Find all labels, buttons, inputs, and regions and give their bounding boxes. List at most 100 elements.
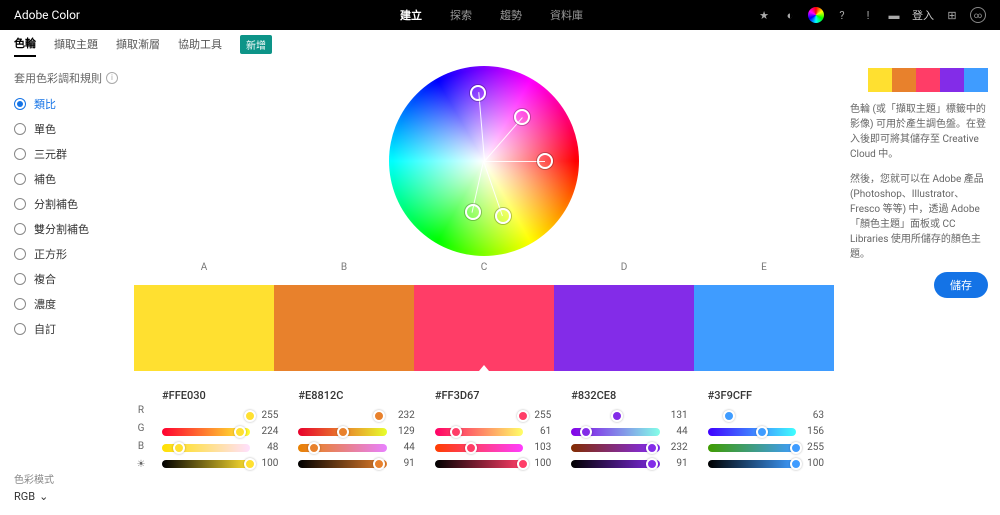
channel-value[interactable]: 255	[529, 410, 551, 421]
save-button[interactable]: 儲存	[934, 272, 988, 298]
channel-value[interactable]: 100	[529, 458, 551, 469]
channel-value[interactable]: 91	[393, 458, 415, 469]
help-icon[interactable]: i	[106, 72, 118, 84]
sub-tab[interactable]: 協助工具	[178, 32, 222, 56]
rules-title: 套用色彩調和規則i	[14, 70, 118, 86]
top-nav-item[interactable]: 建立	[400, 7, 422, 23]
channel-slider[interactable]	[571, 444, 659, 452]
channel-value[interactable]: 91	[666, 458, 688, 469]
channel-value[interactable]: 232	[393, 410, 415, 421]
channel-value[interactable]: 103	[529, 442, 551, 453]
radio-icon	[14, 273, 26, 285]
wheel-marker[interactable]	[470, 85, 486, 101]
channel-slider[interactable]	[162, 412, 250, 420]
sub-tab[interactable]: 色輪	[14, 31, 36, 57]
wheel-marker[interactable]	[514, 109, 530, 125]
channel-slider[interactable]	[571, 460, 659, 468]
channel-slider[interactable]	[708, 428, 796, 436]
channel-slider[interactable]	[298, 460, 386, 468]
info-icon[interactable]: !	[860, 7, 876, 23]
hex-value[interactable]: #832CE8	[571, 389, 687, 402]
channel-slider[interactable]	[435, 444, 523, 452]
channel-slider[interactable]	[162, 444, 250, 452]
channel-value[interactable]: 44	[666, 426, 688, 437]
hex-value[interactable]: #FF3D67	[435, 389, 551, 402]
channel-slider[interactable]	[298, 412, 386, 420]
sub-tab[interactable]: 擷取漸層	[116, 32, 160, 56]
channel-slider[interactable]	[571, 428, 659, 436]
wheel-marker[interactable]	[465, 204, 481, 220]
harmony-rule[interactable]: 類比	[14, 96, 118, 112]
mini-swatches	[868, 68, 988, 92]
harmony-rule[interactable]: 三元群	[14, 146, 118, 162]
swatch-label: B	[274, 262, 414, 273]
channel-slider[interactable]	[162, 460, 250, 468]
channel-slider[interactable]	[708, 444, 796, 452]
channel-value[interactable]: 63	[802, 410, 824, 421]
channel-value[interactable]: 131	[666, 410, 688, 421]
rule-label: 正方形	[34, 246, 67, 262]
rule-label: 複合	[34, 271, 56, 287]
login-link[interactable]: 登入	[912, 7, 934, 23]
hex-value[interactable]: #3F9CFF	[708, 389, 824, 402]
harmony-rule[interactable]: 正方形	[14, 246, 118, 262]
sub-tabs: 色輪擷取主題擷取漸層協助工具新增	[0, 30, 1000, 58]
harmony-rule[interactable]: 單色	[14, 121, 118, 137]
channel-value[interactable]: 232	[666, 442, 688, 453]
color-wheel[interactable]	[389, 66, 579, 256]
harmony-rule[interactable]: 分割補色	[14, 196, 118, 212]
cc-icon[interactable]: ∞	[970, 7, 986, 23]
right-sidebar: 色輪 (或「擷取主題」標籤中的影像) 可用於產生調色盤。在登入後即可將其儲存至 …	[850, 58, 1000, 515]
chat-icon[interactable]: ▬	[886, 7, 902, 23]
swatch[interactable]	[554, 285, 694, 371]
channel-slider[interactable]	[708, 412, 796, 420]
harmony-rule[interactable]: 自訂	[14, 321, 118, 337]
star-icon[interactable]: ★	[756, 7, 772, 23]
radio-icon	[14, 248, 26, 260]
channel-value[interactable]: 224	[256, 426, 278, 437]
channel-value[interactable]: 61	[529, 426, 551, 437]
top-nav-item[interactable]: 趨勢	[500, 7, 522, 23]
channel-value[interactable]: 156	[802, 426, 824, 437]
channel-slider[interactable]	[162, 428, 250, 436]
hex-value[interactable]: #E8812C	[298, 389, 414, 402]
channel-slider[interactable]	[435, 412, 523, 420]
mini-swatch	[868, 68, 892, 92]
apps-icon[interactable]: ⊞	[944, 7, 960, 23]
rule-label: 濃度	[34, 296, 56, 312]
channel-slider[interactable]	[298, 444, 386, 452]
harmony-rule[interactable]: 補色	[14, 171, 118, 187]
top-nav-item[interactable]: 資料庫	[550, 7, 583, 23]
swatch[interactable]	[694, 285, 834, 371]
hex-value[interactable]: #FFE030	[162, 389, 278, 402]
wheel-marker[interactable]	[537, 153, 553, 169]
channel-value[interactable]: 255	[802, 442, 824, 453]
mini-swatch	[892, 68, 916, 92]
channel-value[interactable]: 255	[256, 410, 278, 421]
harmony-rule[interactable]: 複合	[14, 271, 118, 287]
swatch[interactable]	[274, 285, 414, 371]
channel-value[interactable]: 44	[393, 442, 415, 453]
harmony-rule[interactable]: 雙分割補色	[14, 221, 118, 237]
channel-slider[interactable]	[435, 428, 523, 436]
channel-value[interactable]: 100	[256, 458, 278, 469]
channel-slider[interactable]	[708, 460, 796, 468]
sub-tab[interactable]: 擷取主題	[54, 32, 98, 56]
rule-label: 三元群	[34, 146, 67, 162]
channel-value[interactable]: 48	[256, 442, 278, 453]
color-wheel-icon[interactable]	[808, 7, 824, 23]
channel-slider[interactable]	[571, 412, 659, 420]
top-nav-item[interactable]: 探索	[450, 7, 472, 23]
help-icon[interactable]: ?	[834, 7, 850, 23]
channel-slider[interactable]	[435, 460, 523, 468]
harmony-rule[interactable]: 濃度	[14, 296, 118, 312]
channel-value[interactable]: 100	[802, 458, 824, 469]
channel-slider[interactable]	[298, 428, 386, 436]
new-badge: 新增	[240, 35, 272, 54]
mode-select[interactable]: RGB⌄	[14, 490, 54, 503]
swatch[interactable]	[414, 285, 554, 371]
wheel-marker[interactable]	[495, 208, 511, 224]
swatch[interactable]	[134, 285, 274, 371]
channel-value[interactable]: 129	[393, 426, 415, 437]
moon-icon[interactable]: ◐	[782, 7, 798, 23]
